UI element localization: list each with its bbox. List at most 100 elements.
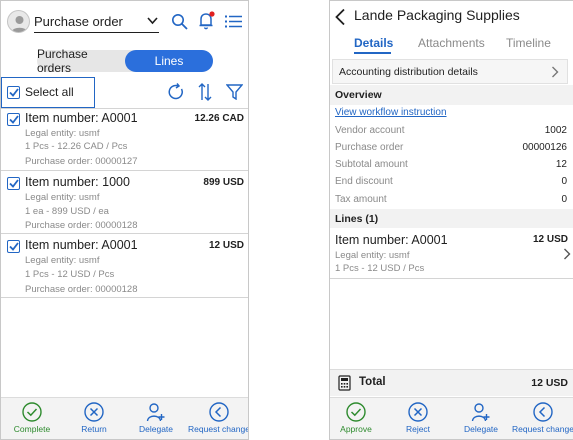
check-icon [346, 402, 366, 422]
request-change-label: Request change [188, 424, 249, 434]
chevron-right-icon [552, 66, 559, 78]
tab-timeline[interactable]: Timeline [506, 36, 551, 50]
page-title-dropdown[interactable]: Purchase order [34, 12, 159, 33]
item-purchase-order: Purchase order: 00000127 [25, 156, 138, 167]
segment-lines[interactable]: Lines [125, 50, 213, 72]
field-value: 1002 [544, 125, 567, 136]
back-arrow-icon[interactable] [334, 8, 346, 26]
overview-section-header: Overview [330, 85, 573, 105]
item-purchase-order: Purchase order: 00000128 [25, 284, 138, 295]
delegate-label: Delegate [138, 424, 174, 434]
checkmark-icon [8, 179, 19, 188]
delegate-button[interactable]: Delegate [450, 402, 512, 439]
avatar-icon [11, 16, 28, 32]
item-title: Item number: 1000 [25, 175, 130, 189]
item-amount: 12 USD [208, 240, 244, 251]
item-quantity: 1 Pcs - 12.26 CAD / Pcs [25, 141, 128, 152]
workflow-instruction-link[interactable]: View workflow instruction [335, 107, 447, 118]
divider [1, 297, 248, 298]
approve-button[interactable]: Approve [330, 402, 387, 439]
calculator-icon [338, 375, 351, 391]
request-change-label: Request change [512, 424, 573, 434]
action-bar: Approve Reject Delegate Request change [330, 397, 573, 439]
line-item-legal-entity: Legal entity: usmf [335, 250, 410, 261]
person-add-icon [146, 403, 165, 422]
field-value: 0 [561, 194, 567, 205]
refresh-icon[interactable] [167, 83, 185, 101]
field-label: Tax amount [335, 194, 387, 205]
select-all-checkbox-box [7, 86, 20, 99]
notification-dot [209, 11, 215, 17]
field-value: 00000126 [522, 142, 568, 153]
line-item-amount: 12 USD [532, 234, 568, 245]
item-title: Item number: A0001 [25, 238, 138, 252]
action-bar: Complete Return Delegate Request change [1, 397, 249, 439]
segment-purchase-orders[interactable]: Purchase orders [37, 47, 125, 75]
field-label: Vendor account [335, 125, 405, 136]
checkmark-icon [8, 88, 19, 97]
list-item[interactable]: Item number: 1000 899 USD Legal entity: … [1, 171, 248, 233]
overview-heading: Overview [335, 89, 382, 101]
chevron-down-icon [147, 17, 158, 25]
filter-icon[interactable] [226, 84, 243, 100]
accounting-distribution-row[interactable]: Accounting distribution details [332, 59, 568, 84]
vendor-title: Lande Packaging Supplies [354, 7, 520, 23]
person-add-icon [471, 403, 490, 422]
delegate-label: Delegate [463, 424, 499, 434]
checkmark-icon [8, 242, 19, 251]
chevron-left-icon [209, 402, 229, 422]
item-amount: 899 USD [203, 177, 244, 188]
list-icon[interactable] [224, 14, 243, 29]
field-label: Subtotal amount [335, 159, 408, 170]
search-icon[interactable] [171, 13, 188, 30]
field-value: 0 [561, 176, 567, 187]
return-label: Return [81, 424, 107, 434]
select-all-checkbox[interactable]: Select all [1, 77, 95, 108]
request-change-button[interactable]: Request change [512, 402, 573, 439]
list-item[interactable]: Item number: A0001 12.26 CAD Legal entit… [1, 109, 248, 170]
line-item[interactable]: Item number: A0001 12 USD Legal entity: … [330, 229, 573, 277]
page-title: Purchase order [34, 14, 123, 29]
item-quantity: 1 Pcs - 12 USD / Pcs [25, 269, 115, 280]
tab-underline [354, 52, 391, 54]
select-all-label: Select all [25, 85, 74, 99]
total-label: Total [359, 376, 386, 388]
item-checkbox[interactable] [7, 113, 20, 126]
delegate-button[interactable]: Delegate [125, 402, 187, 439]
line-item-quantity: 1 Pcs - 12 USD / Pcs [335, 263, 425, 274]
lines-section-header: Lines (1) [330, 209, 573, 228]
bell-icon[interactable] [198, 11, 215, 30]
return-button[interactable]: Return [63, 402, 125, 439]
line-item-title: Item number: A0001 [335, 233, 448, 247]
total-bar: Total 12 USD [330, 369, 573, 396]
check-icon [22, 402, 42, 422]
purchase-order-lines-screen: Purchase order Purchase orders Lines Sel… [0, 0, 249, 440]
item-legal-entity: Legal entity: usmf [25, 128, 100, 139]
tab-details[interactable]: Details [354, 36, 393, 50]
view-segmented-control: Purchase orders Lines [37, 47, 213, 75]
close-icon [84, 402, 104, 422]
request-change-button[interactable]: Request change [188, 402, 249, 439]
field-label: End discount [335, 176, 393, 187]
lines-heading: Lines (1) [335, 213, 379, 225]
divider [330, 278, 573, 279]
field-label: Purchase order [335, 142, 404, 153]
approve-label: Approve [340, 424, 372, 434]
purchase-order-details-screen: Lande Packaging Supplies Details Attachm… [329, 0, 573, 440]
complete-label: Complete [13, 424, 51, 434]
user-avatar[interactable] [7, 10, 30, 33]
field-value: 12 [555, 159, 567, 170]
sort-icon[interactable] [197, 83, 213, 101]
item-purchase-order: Purchase order: 00000128 [25, 220, 138, 231]
list-item[interactable]: Item number: A0001 12 USD Legal entity: … [1, 234, 248, 297]
reject-button[interactable]: Reject [387, 402, 449, 439]
tab-attachments[interactable]: Attachments [418, 36, 485, 50]
complete-button[interactable]: Complete [1, 402, 63, 439]
accounting-distribution-label: Accounting distribution details [339, 66, 478, 78]
item-checkbox[interactable] [7, 177, 20, 190]
item-quantity: 1 ea - 899 USD / ea [25, 206, 109, 217]
item-title: Item number: A0001 [25, 111, 138, 125]
chevron-left-icon [533, 402, 553, 422]
chevron-right-icon [564, 248, 571, 260]
item-checkbox[interactable] [7, 240, 20, 253]
